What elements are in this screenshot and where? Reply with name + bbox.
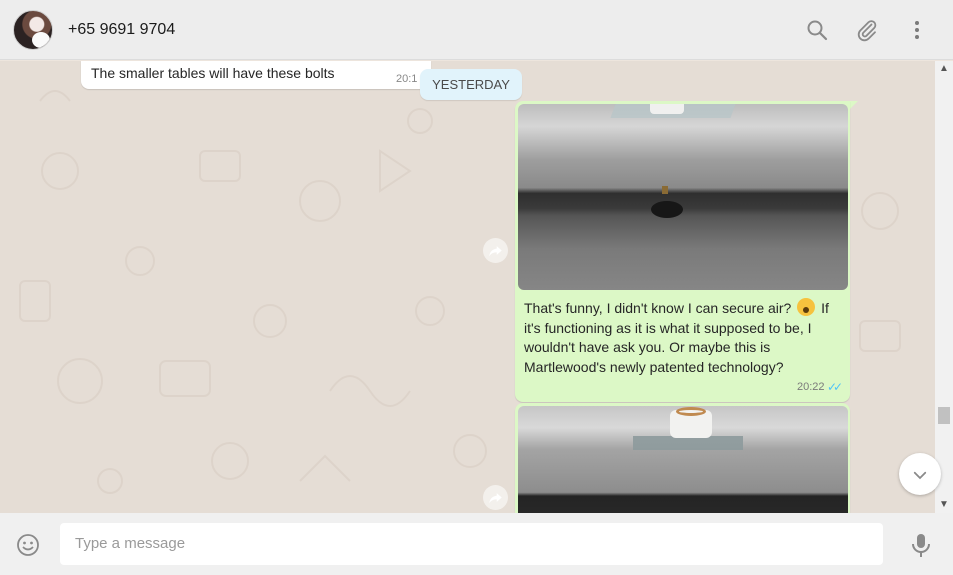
read-receipt-icon: ✓✓ (827, 380, 843, 394)
search-icon[interactable] (805, 18, 829, 42)
message-text: The smaller tables will have these bolts (91, 65, 335, 81)
menu-icon[interactable] (905, 18, 929, 42)
chat-scrollbar[interactable]: ▲ ▼ (935, 61, 953, 513)
message-photo[interactable] (518, 104, 848, 290)
microphone-icon[interactable] (909, 532, 933, 558)
outgoing-message[interactable]: That's funny, I didn't know I can secure… (515, 101, 850, 402)
outgoing-message[interactable] (515, 403, 850, 513)
message-input-placeholder: Type a message (75, 535, 186, 552)
message-photo[interactable] (518, 406, 848, 513)
message-time: 20:1 (396, 73, 418, 85)
scrollbar-thumb[interactable] (938, 407, 950, 424)
forward-icon[interactable] (483, 485, 508, 510)
chat-header: +65 9691 9704 (0, 0, 953, 60)
forward-icon[interactable] (483, 238, 508, 263)
bubble-tail (850, 101, 858, 109)
scroll-up-arrow-icon[interactable]: ▲ (935, 61, 953, 77)
composer: Type a message (0, 513, 953, 575)
contact-name[interactable]: +65 9691 9704 (68, 21, 175, 39)
message-list[interactable]: The smaller tables will have these bolts… (0, 61, 935, 513)
date-divider: YESTERDAY (420, 69, 522, 100)
contact-avatar[interactable] (13, 10, 53, 50)
scroll-down-arrow-icon[interactable]: ▼ (935, 497, 953, 513)
scroll-to-bottom-button[interactable] (899, 453, 941, 495)
incoming-message[interactable]: The smaller tables will have these bolts… (81, 61, 431, 89)
attach-icon[interactable] (855, 18, 879, 42)
message-time: 20:22 (797, 381, 825, 393)
chevron-down-icon (913, 471, 927, 480)
message-input[interactable]: Type a message (60, 523, 883, 565)
message-text-part: That's funny, I didn't know I can secure… (524, 300, 792, 316)
emoji-icon[interactable] (16, 533, 40, 557)
message-text: That's funny, I didn't know I can secure… (524, 298, 839, 377)
astonished-face-emoji-icon (797, 298, 816, 316)
